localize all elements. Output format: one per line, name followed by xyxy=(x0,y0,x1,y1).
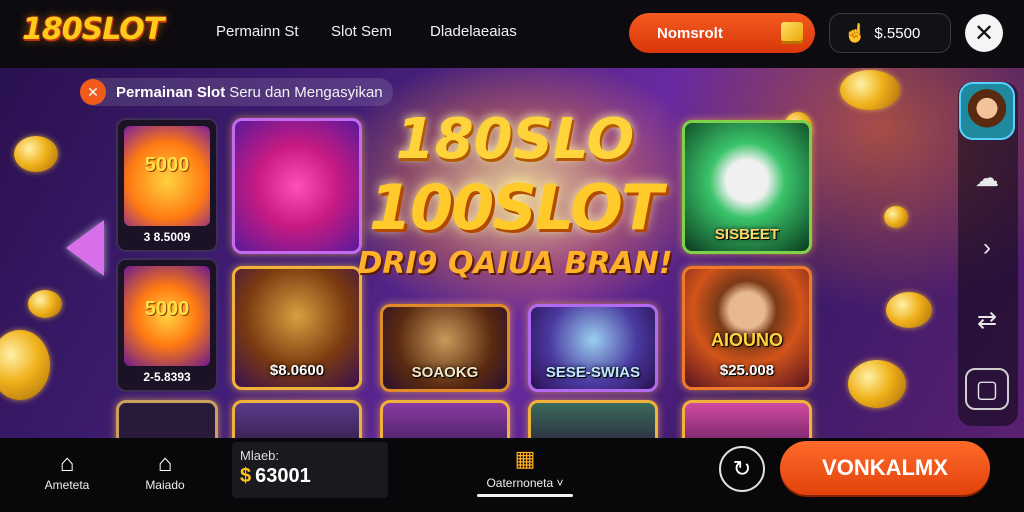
hero-line-3: DRI9 QAIUA BRAN! xyxy=(357,246,673,281)
game-tile-ticket[interactable]: SOAOKG xyxy=(380,304,510,392)
hero-line-1: 180SLO xyxy=(395,107,635,172)
wallet-amount-row: $63001 xyxy=(240,465,380,488)
balance-amount: $.5500 xyxy=(874,24,921,42)
nav-link-permainan[interactable]: Permainn St xyxy=(216,23,299,40)
coin-decoration xyxy=(886,292,932,328)
nav-home-label: Ameteta xyxy=(44,478,90,492)
avatar[interactable] xyxy=(959,82,1015,140)
game-tile-partial[interactable] xyxy=(116,400,218,438)
wallet-panel[interactable]: Mlaeb: $63001 xyxy=(232,442,388,498)
chevron-down-icon: ˅ xyxy=(556,476,564,490)
hero-line-2: 100SLOT xyxy=(368,171,663,244)
swap-icon[interactable]: ⇄ xyxy=(964,298,1010,342)
top-bar: 180SLOT Permainn St Slot Sem Dladelaeaia… xyxy=(0,0,1024,68)
categories-label: Oaternoneta ˅ xyxy=(486,476,564,490)
wallet-currency: $ xyxy=(240,465,252,487)
wallet-caption: Mlaeb: xyxy=(240,448,280,463)
close-button[interactable]: ✕ xyxy=(965,14,1003,52)
game-tile-partial[interactable] xyxy=(682,400,812,438)
tile-character-title: AIOUNO xyxy=(711,330,783,350)
chevron-right-icon[interactable]: › xyxy=(964,226,1010,270)
game-tile-partial[interactable] xyxy=(528,400,658,438)
tile-caption: SISBEET xyxy=(714,226,780,243)
coin-decoration xyxy=(848,360,906,408)
tile-character-price: $25.008 xyxy=(719,362,775,379)
card-number: 5000 xyxy=(144,154,190,176)
nav-link-other[interactable]: Dladelaeaias xyxy=(430,23,517,40)
wallet-amount: 63001 xyxy=(255,465,311,487)
categories-tab[interactable]: ▦ Oaternoneta ˅ xyxy=(470,446,580,497)
game-tile-sese[interactable]: SESE-SWIAS xyxy=(528,304,658,392)
tile-caption: $8.0600 xyxy=(269,362,325,379)
nav-store-label: Maiado xyxy=(145,478,185,492)
hand-icon: ☝ xyxy=(844,22,867,43)
balance-display[interactable]: ☝ $.5500 xyxy=(829,13,951,53)
coin-decoration xyxy=(14,136,58,172)
prev-arrow-icon[interactable] xyxy=(66,220,104,276)
coin-decoration xyxy=(0,330,50,400)
game-tile-character[interactable]: AIOUNO $25.008 xyxy=(682,266,812,390)
card-price: 2-5.8393 xyxy=(143,370,191,384)
coin-decoration xyxy=(840,70,900,110)
game-tile-partial[interactable] xyxy=(232,400,362,438)
hero-title: 180SLO 100SLOT DRI9 QAIUA BRAN! xyxy=(340,108,690,284)
promo-button[interactable]: Nomsrolt xyxy=(629,13,815,53)
game-card-left-1[interactable]: 5000 3 8.5009 xyxy=(116,118,218,252)
coin-decoration xyxy=(884,206,908,228)
nav-link-slot[interactable]: Slot Sem xyxy=(331,23,392,40)
main-banner: ✕ Permainan Slot Seru dan Mengasyikan 50… xyxy=(0,68,1024,438)
brand-logo[interactable]: 180SLOT xyxy=(22,12,164,47)
card-price: 3 8.5009 xyxy=(143,230,191,244)
promo-label: Nomsrolt xyxy=(657,24,723,42)
game-tile-sisbeet[interactable]: SISBEET xyxy=(682,120,812,254)
tile-caption: SESE-SWIAS xyxy=(545,364,641,381)
tile-caption: SOAOKG xyxy=(411,364,479,381)
game-tile-gold[interactable]: $8.0600 xyxy=(232,266,362,390)
close-tagline-icon[interactable]: ✕ xyxy=(80,79,106,105)
refresh-icon: ↻ xyxy=(732,456,752,481)
tagline-banner: ✕ Permainan Slot Seru dan Mengasyikan xyxy=(80,78,393,106)
home-icon: ⌂ xyxy=(59,450,75,477)
cloud-icon[interactable]: ☁ xyxy=(964,156,1010,200)
store-icon: ⌂ xyxy=(157,450,173,477)
game-tile-partial[interactable] xyxy=(380,400,510,438)
gift-box-icon xyxy=(781,22,803,44)
cta-button[interactable]: VONKALMX xyxy=(780,441,990,495)
active-indicator xyxy=(477,494,573,497)
bottom-bar: ⌂ Ameteta ⌂ Maiado Mlaeb: $63001 ▦ Oater… xyxy=(0,438,1024,512)
card-number: 5000 xyxy=(144,298,190,320)
refresh-button[interactable]: ↻ xyxy=(719,446,765,492)
grid-icon: ▦ xyxy=(514,446,536,471)
coin-decoration xyxy=(28,290,62,318)
nav-home[interactable]: ⌂ Ameteta xyxy=(32,450,102,492)
nav-store[interactable]: ⌂ Maiado xyxy=(130,450,200,492)
game-card-left-2[interactable]: 5000 2-5.8393 xyxy=(116,258,218,392)
square-icon[interactable]: ▢ xyxy=(965,368,1009,410)
close-icon: ✕ xyxy=(973,19,995,47)
tagline-strong: Permainan Slot xyxy=(116,83,226,101)
tagline-light: Seru dan Mengasyikan xyxy=(229,83,383,101)
